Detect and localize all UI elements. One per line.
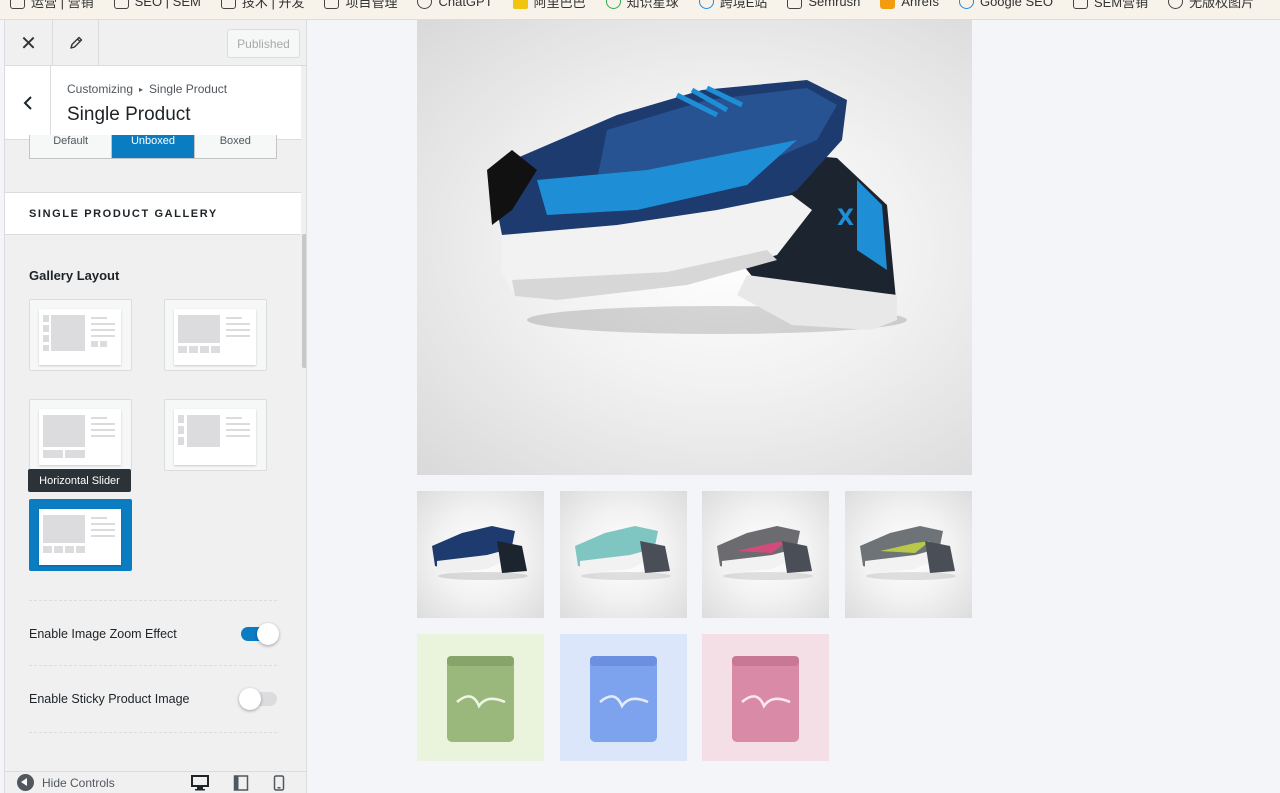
chevron-left-icon bbox=[23, 96, 32, 110]
toggle-knob bbox=[257, 623, 279, 645]
hide-controls-label: Hide Controls bbox=[42, 775, 115, 790]
bookmark-item[interactable]: SEO | SEM bbox=[104, 0, 211, 9]
close-customizer-button[interactable]: ✕ bbox=[5, 20, 53, 66]
gallery-thumbnail[interactable] bbox=[702, 491, 829, 618]
divider bbox=[29, 600, 277, 601]
alibaba-icon bbox=[512, 0, 528, 9]
bookmark-item[interactable]: ChatGPT bbox=[407, 0, 502, 9]
folder-icon bbox=[324, 0, 340, 9]
breadcrumb: Customizing ▸ Single Product bbox=[67, 82, 227, 96]
gallery-layout-option-horizontal-slider[interactable] bbox=[29, 499, 132, 571]
gallery-layout-option-vertical-right[interactable] bbox=[164, 399, 267, 471]
layout-preview-icon bbox=[174, 309, 256, 365]
zoom-effect-toggle[interactable] bbox=[241, 623, 279, 645]
gallery-thumbnail[interactable] bbox=[417, 634, 544, 761]
published-button[interactable]: Published bbox=[227, 29, 300, 58]
gallery-thumbnail[interactable] bbox=[560, 491, 687, 618]
sem-icon bbox=[1072, 0, 1088, 9]
bookmark-item[interactable]: Google SEO bbox=[949, 0, 1063, 9]
section-title: Single Product bbox=[67, 104, 191, 125]
divider bbox=[29, 665, 277, 666]
gallery-layout-option-horizontal[interactable] bbox=[164, 299, 267, 371]
gallery-thumbnail[interactable] bbox=[417, 491, 544, 618]
mobile-icon[interactable] bbox=[273, 775, 285, 793]
svg-text:X: X bbox=[837, 206, 854, 231]
sticky-image-row: Enable Sticky Product Image bbox=[29, 688, 277, 710]
zoom-effect-label: Enable Image Zoom Effect bbox=[29, 627, 177, 641]
collapse-arrow-icon bbox=[17, 774, 34, 791]
bookmark-item[interactable]: 阿里巴巴 bbox=[503, 0, 596, 10]
customizer-footer: Hide Controls bbox=[5, 771, 306, 793]
sticky-image-label: Enable Sticky Product Image bbox=[29, 692, 190, 706]
semrush-icon bbox=[787, 0, 803, 9]
layout-tooltip: Horizontal Slider bbox=[28, 469, 131, 492]
sidebar-scrollbar[interactable] bbox=[302, 234, 306, 368]
bookmark-item[interactable]: SEM营销 bbox=[1063, 0, 1158, 10]
main-product-image[interactable]: X bbox=[417, 20, 972, 475]
hide-controls-button[interactable]: Hide Controls bbox=[5, 774, 115, 791]
sneaker-pink-image bbox=[717, 526, 813, 580]
customizer-sidebar: ✕ Published Customizing ▸ Single Product… bbox=[4, 20, 307, 793]
site-preview: X bbox=[308, 20, 1280, 793]
e-icon bbox=[698, 0, 714, 9]
planet-icon bbox=[605, 0, 621, 9]
desktop-icon[interactable] bbox=[191, 775, 209, 793]
folder-icon bbox=[113, 0, 129, 9]
folded-tshirt-blue-image bbox=[590, 656, 657, 742]
toggle-knob bbox=[239, 688, 261, 710]
bookmark-item[interactable]: Semrush bbox=[777, 0, 870, 9]
sticky-image-toggle[interactable] bbox=[239, 688, 277, 710]
zoom-effect-row: Enable Image Zoom Effect bbox=[29, 623, 279, 645]
bookmark-item[interactable]: 知识星球 bbox=[596, 0, 689, 10]
divider bbox=[29, 732, 277, 733]
pin-icon bbox=[1168, 0, 1184, 9]
gallery-section-header: SINGLE PRODUCT GALLERY bbox=[5, 192, 301, 235]
tablet-icon[interactable] bbox=[233, 775, 249, 793]
tab-unboxed[interactable]: Unboxed bbox=[112, 135, 195, 158]
back-button[interactable] bbox=[5, 66, 51, 140]
sneaker-grey-image bbox=[860, 526, 956, 580]
bookmark-item[interactable]: 技术 | 开发 bbox=[211, 0, 315, 10]
chatgpt-icon bbox=[417, 0, 433, 9]
google-icon bbox=[958, 0, 974, 9]
tab-boxed[interactable]: Boxed bbox=[195, 135, 276, 158]
gallery-layout-option-vertical-left[interactable] bbox=[29, 299, 132, 371]
folded-tshirt-pink-image bbox=[732, 656, 799, 742]
folded-tshirt-green-image bbox=[447, 656, 514, 742]
content-layout-tabs: Default Unboxed Boxed bbox=[29, 135, 277, 159]
gallery-thumbnail[interactable] bbox=[560, 634, 687, 761]
breadcrumb-child: Single Product bbox=[149, 82, 228, 96]
folder-icon bbox=[220, 0, 236, 9]
customizer-topbar: ✕ Published bbox=[5, 20, 306, 66]
pencil-icon bbox=[69, 36, 82, 49]
bookmark-item[interactable]: 运营 | 营销 bbox=[0, 0, 104, 10]
layout-preview-icon bbox=[39, 409, 121, 465]
bookmarks-bar: 运营 | 营销 SEO | SEM 技术 | 开发 项目管理 ChatGPT 阿… bbox=[0, 0, 1280, 20]
bookmark-item[interactable]: Ahrefs bbox=[870, 0, 949, 9]
ahrefs-icon bbox=[880, 0, 896, 9]
device-preview-buttons bbox=[191, 775, 285, 793]
edit-button[interactable] bbox=[53, 20, 99, 66]
close-icon: ✕ bbox=[20, 32, 37, 55]
layout-preview-icon bbox=[39, 309, 121, 365]
sneaker-image: X bbox=[487, 80, 907, 334]
bookmark-item[interactable]: 跨境E站 bbox=[689, 0, 778, 10]
breadcrumb-arrow-icon: ▸ bbox=[139, 84, 144, 94]
gallery-layout-label: Gallery Layout bbox=[29, 268, 120, 283]
layout-preview-icon bbox=[174, 409, 256, 465]
tab-default[interactable]: Default bbox=[30, 135, 113, 158]
gallery-thumbnail[interactable] bbox=[845, 491, 972, 618]
layout-preview-icon bbox=[39, 509, 121, 565]
bookmark-item[interactable]: 项目管理 bbox=[314, 0, 407, 10]
sneaker-teal-image bbox=[575, 526, 671, 580]
section-header: Customizing ▸ Single Product Single Prod… bbox=[5, 66, 301, 140]
bookmark-item[interactable]: 无版权图片 bbox=[1158, 0, 1264, 10]
gallery-thumbnail[interactable] bbox=[702, 634, 829, 761]
breadcrumb-parent: Customizing bbox=[67, 82, 134, 96]
gallery-layout-option-grid[interactable] bbox=[29, 399, 132, 471]
sneaker-navy-image bbox=[432, 526, 528, 580]
folder-icon bbox=[10, 0, 25, 9]
